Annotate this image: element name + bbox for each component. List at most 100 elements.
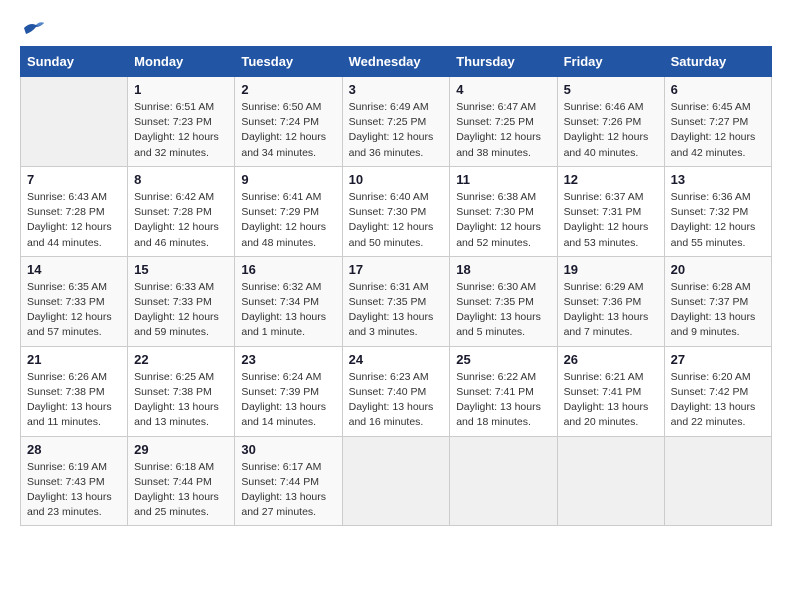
header-saturday: Saturday xyxy=(664,47,771,77)
day-info: Sunrise: 6:22 AMSunset: 7:41 PMDaylight:… xyxy=(456,370,550,431)
day-info: Sunrise: 6:49 AMSunset: 7:25 PMDaylight:… xyxy=(349,100,444,161)
day-info: Sunrise: 6:41 AMSunset: 7:29 PMDaylight:… xyxy=(241,190,335,251)
calendar-cell: 4 Sunrise: 6:47 AMSunset: 7:25 PMDaylight… xyxy=(450,77,557,167)
calendar-cell: 22 Sunrise: 6:25 AMSunset: 7:38 PMDayligh… xyxy=(128,346,235,436)
calendar-cell: 3 Sunrise: 6:49 AMSunset: 7:25 PMDaylight… xyxy=(342,77,450,167)
calendar-cell: 14 Sunrise: 6:35 AMSunset: 7:33 PMDayligh… xyxy=(21,256,128,346)
day-info: Sunrise: 6:26 AMSunset: 7:38 PMDaylight:… xyxy=(27,370,121,431)
calendar-cell: 15 Sunrise: 6:33 AMSunset: 7:33 PMDayligh… xyxy=(128,256,235,346)
day-number: 21 xyxy=(27,352,121,367)
calendar-cell xyxy=(450,436,557,526)
day-number: 20 xyxy=(671,262,765,277)
calendar-cell xyxy=(557,436,664,526)
calendar-cell: 13 Sunrise: 6:36 AMSunset: 7:32 PMDayligh… xyxy=(664,166,771,256)
header-thursday: Thursday xyxy=(450,47,557,77)
day-info: Sunrise: 6:32 AMSunset: 7:34 PMDaylight:… xyxy=(241,280,335,341)
day-info: Sunrise: 6:38 AMSunset: 7:30 PMDaylight:… xyxy=(456,190,550,251)
calendar-cell: 25 Sunrise: 6:22 AMSunset: 7:41 PMDayligh… xyxy=(450,346,557,436)
day-info: Sunrise: 6:43 AMSunset: 7:28 PMDaylight:… xyxy=(27,190,121,251)
day-number: 4 xyxy=(456,82,550,97)
header-monday: Monday xyxy=(128,47,235,77)
calendar-week-row: 1 Sunrise: 6:51 AMSunset: 7:23 PMDaylight… xyxy=(21,77,772,167)
day-info: Sunrise: 6:30 AMSunset: 7:35 PMDaylight:… xyxy=(456,280,550,341)
day-number: 9 xyxy=(241,172,335,187)
day-info: Sunrise: 6:28 AMSunset: 7:37 PMDaylight:… xyxy=(671,280,765,341)
day-info: Sunrise: 6:46 AMSunset: 7:26 PMDaylight:… xyxy=(564,100,658,161)
day-number: 17 xyxy=(349,262,444,277)
calendar-cell: 26Sunrise: 6:21 AMSunset: 7:41 PMDayligh… xyxy=(557,346,664,436)
logo-bird-icon xyxy=(22,20,44,36)
day-info: Sunrise: 6:50 AMSunset: 7:24 PMDaylight:… xyxy=(241,100,335,161)
day-info: Sunrise: 6:18 AMSunset: 7:44 PMDaylight:… xyxy=(134,460,228,521)
day-number: 19 xyxy=(564,262,658,277)
day-number: 3 xyxy=(349,82,444,97)
header-wednesday: Wednesday xyxy=(342,47,450,77)
calendar-cell: 30 Sunrise: 6:17 AMSunset: 7:44 PMDayligh… xyxy=(235,436,342,526)
calendar-table: SundayMondayTuesdayWednesdayThursdayFrid… xyxy=(20,46,772,526)
day-number: 1 xyxy=(134,82,228,97)
day-info: Sunrise: 6:45 AMSunset: 7:27 PMDaylight:… xyxy=(671,100,765,161)
day-number: 14 xyxy=(27,262,121,277)
day-info: Sunrise: 6:47 AMSunset: 7:25 PMDaylight:… xyxy=(456,100,550,161)
calendar-week-row: 14 Sunrise: 6:35 AMSunset: 7:33 PMDayligh… xyxy=(21,256,772,346)
calendar-week-row: 7 Sunrise: 6:43 AMSunset: 7:28 PMDaylight… xyxy=(21,166,772,256)
day-number: 5 xyxy=(564,82,658,97)
header-friday: Friday xyxy=(557,47,664,77)
calendar-cell: 2Sunrise: 6:50 AMSunset: 7:24 PMDaylight… xyxy=(235,77,342,167)
calendar-cell: 16 Sunrise: 6:32 AMSunset: 7:34 PMDayligh… xyxy=(235,256,342,346)
calendar-header-row: SundayMondayTuesdayWednesdayThursdayFrid… xyxy=(21,47,772,77)
day-number: 15 xyxy=(134,262,228,277)
header-tuesday: Tuesday xyxy=(235,47,342,77)
calendar-cell: 24Sunrise: 6:23 AMSunset: 7:40 PMDayligh… xyxy=(342,346,450,436)
calendar-cell: 10Sunrise: 6:40 AMSunset: 7:30 PMDayligh… xyxy=(342,166,450,256)
day-info: Sunrise: 6:19 AMSunset: 7:43 PMDaylight:… xyxy=(27,460,121,521)
day-info: Sunrise: 6:23 AMSunset: 7:40 PMDaylight:… xyxy=(349,370,444,431)
day-number: 30 xyxy=(241,442,335,457)
day-info: Sunrise: 6:17 AMSunset: 7:44 PMDaylight:… xyxy=(241,460,335,521)
day-info: Sunrise: 6:24 AMSunset: 7:39 PMDaylight:… xyxy=(241,370,335,431)
day-number: 11 xyxy=(456,172,550,187)
day-info: Sunrise: 6:33 AMSunset: 7:33 PMDaylight:… xyxy=(134,280,228,341)
day-number: 22 xyxy=(134,352,228,367)
calendar-cell: 6Sunrise: 6:45 AMSunset: 7:27 PMDaylight… xyxy=(664,77,771,167)
day-info: Sunrise: 6:36 AMSunset: 7:32 PMDaylight:… xyxy=(671,190,765,251)
calendar-cell: 29 Sunrise: 6:18 AMSunset: 7:44 PMDayligh… xyxy=(128,436,235,526)
day-info: Sunrise: 6:40 AMSunset: 7:30 PMDaylight:… xyxy=(349,190,444,251)
day-number: 12 xyxy=(564,172,658,187)
calendar-cell xyxy=(664,436,771,526)
day-number: 29 xyxy=(134,442,228,457)
calendar-cell xyxy=(21,77,128,167)
calendar-week-row: 21 Sunrise: 6:26 AMSunset: 7:38 PMDayligh… xyxy=(21,346,772,436)
calendar-cell: 17 Sunrise: 6:31 AMSunset: 7:35 PMDayligh… xyxy=(342,256,450,346)
calendar-cell: 11 Sunrise: 6:38 AMSunset: 7:30 PMDayligh… xyxy=(450,166,557,256)
calendar-cell: 8Sunrise: 6:42 AMSunset: 7:28 PMDaylight… xyxy=(128,166,235,256)
day-number: 8 xyxy=(134,172,228,187)
calendar-cell: 28 Sunrise: 6:19 AMSunset: 7:43 PMDayligh… xyxy=(21,436,128,526)
calendar-cell xyxy=(342,436,450,526)
calendar-cell: 9 Sunrise: 6:41 AMSunset: 7:29 PMDaylight… xyxy=(235,166,342,256)
day-number: 16 xyxy=(241,262,335,277)
day-number: 28 xyxy=(27,442,121,457)
calendar-cell: 20 Sunrise: 6:28 AMSunset: 7:37 PMDayligh… xyxy=(664,256,771,346)
day-info: Sunrise: 6:35 AMSunset: 7:33 PMDaylight:… xyxy=(27,280,121,341)
day-number: 7 xyxy=(27,172,121,187)
day-number: 27 xyxy=(671,352,765,367)
day-info: Sunrise: 6:51 AMSunset: 7:23 PMDaylight:… xyxy=(134,100,228,161)
calendar-cell: 5 Sunrise: 6:46 AMSunset: 7:26 PMDaylight… xyxy=(557,77,664,167)
day-info: Sunrise: 6:29 AMSunset: 7:36 PMDaylight:… xyxy=(564,280,658,341)
day-info: Sunrise: 6:21 AMSunset: 7:41 PMDaylight:… xyxy=(564,370,658,431)
logo xyxy=(20,20,44,36)
day-number: 13 xyxy=(671,172,765,187)
day-number: 25 xyxy=(456,352,550,367)
calendar-cell: 18Sunrise: 6:30 AMSunset: 7:35 PMDayligh… xyxy=(450,256,557,346)
calendar-cell: 19 Sunrise: 6:29 AMSunset: 7:36 PMDayligh… xyxy=(557,256,664,346)
day-info: Sunrise: 6:25 AMSunset: 7:38 PMDaylight:… xyxy=(134,370,228,431)
day-number: 23 xyxy=(241,352,335,367)
calendar-cell: 23 Sunrise: 6:24 AMSunset: 7:39 PMDayligh… xyxy=(235,346,342,436)
calendar-cell: 21 Sunrise: 6:26 AMSunset: 7:38 PMDayligh… xyxy=(21,346,128,436)
day-info: Sunrise: 6:31 AMSunset: 7:35 PMDaylight:… xyxy=(349,280,444,341)
day-info: Sunrise: 6:20 AMSunset: 7:42 PMDaylight:… xyxy=(671,370,765,431)
calendar-cell: 1 Sunrise: 6:51 AMSunset: 7:23 PMDaylight… xyxy=(128,77,235,167)
calendar-cell: 7 Sunrise: 6:43 AMSunset: 7:28 PMDaylight… xyxy=(21,166,128,256)
calendar-cell: 12Sunrise: 6:37 AMSunset: 7:31 PMDayligh… xyxy=(557,166,664,256)
